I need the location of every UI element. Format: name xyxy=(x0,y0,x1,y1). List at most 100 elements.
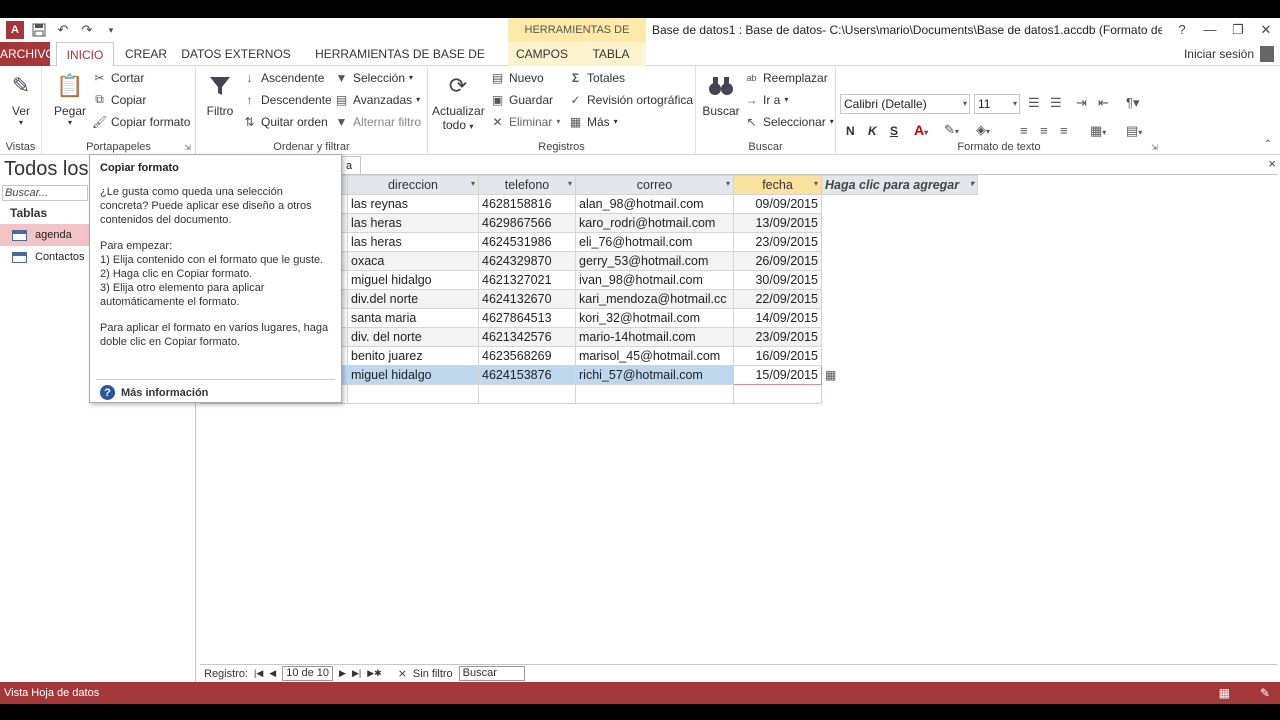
cell-new[interactable] xyxy=(733,384,822,404)
more-button[interactable]: ▦ Más ▾ xyxy=(568,114,618,129)
cell-telefono[interactable]: 4621327021 xyxy=(478,270,576,290)
cell-correo[interactable]: eli_76@hotmail.com xyxy=(575,232,734,252)
cell-telefono[interactable]: 4624153876 xyxy=(478,365,576,385)
save-record-button[interactable]: ▣ Guardar xyxy=(490,92,553,107)
cell-fecha[interactable]: 30/09/2015 xyxy=(733,270,822,290)
tab-crear[interactable]: CREAR xyxy=(120,42,172,66)
record-search-input[interactable]: Buscar xyxy=(458,666,525,681)
underline-button[interactable]: S xyxy=(890,124,898,138)
cell-direccion[interactable]: las heras xyxy=(347,213,479,233)
cell-telefono[interactable]: 4624531986 xyxy=(478,232,576,252)
dialog-launcher-icon[interactable]: ⇲ xyxy=(1151,143,1158,152)
last-record-icon[interactable]: ▶| xyxy=(352,668,361,679)
bold-button[interactable]: N xyxy=(846,124,855,138)
cell-telefono[interactable]: 4627864513 xyxy=(478,308,576,328)
cell-empty[interactable]: ▦ xyxy=(821,365,978,385)
column-header-fecha[interactable]: fecha ▾ xyxy=(733,175,822,195)
cell-fecha[interactable]: 16/09/2015 xyxy=(733,346,822,366)
sort-descending-button[interactable]: ↑ Descendente xyxy=(242,92,332,107)
cell-fecha[interactable]: 22/09/2015 xyxy=(733,289,822,309)
dialog-launcher-icon[interactable]: ⇲ xyxy=(184,143,191,152)
filter-status[interactable]: Sin filtro xyxy=(413,668,453,680)
numbering-icon[interactable]: ☰ xyxy=(1050,95,1062,111)
column-header-telefono[interactable]: telefono ▾ xyxy=(478,175,576,195)
goto-button[interactable]: → Ir a ▾ xyxy=(744,92,789,107)
cell-telefono[interactable]: 4623568269 xyxy=(478,346,576,366)
align-left-icon[interactable]: ≡ xyxy=(1020,123,1028,138)
sort-ascending-button[interactable]: ↓ Ascendente xyxy=(242,70,325,85)
refresh-all-button[interactable]: ⟳ Actualizar todo ▾ xyxy=(432,70,485,132)
cell-empty[interactable] xyxy=(821,213,978,233)
toggle-filter-button[interactable]: ▼ Alternar filtro xyxy=(334,114,421,129)
cell-empty[interactable] xyxy=(821,251,978,271)
cell-direccion[interactable]: las heras xyxy=(347,232,479,252)
highlight-icon[interactable]: ✎▾ xyxy=(944,122,959,138)
cell-empty[interactable] xyxy=(821,289,978,309)
font-color-icon[interactable]: A▾ xyxy=(914,122,928,138)
cell-direccion[interactable]: oxaca xyxy=(347,251,479,271)
cell-telefono[interactable]: 4628158816 xyxy=(478,194,576,214)
cell-correo[interactable]: kori_32@hotmail.com xyxy=(575,308,734,328)
cell-correo[interactable]: mario-14hotmail.com xyxy=(575,327,734,347)
italic-button[interactable]: K xyxy=(868,124,877,138)
cell-direccion[interactable]: miguel hidalgo xyxy=(347,365,479,385)
filter-button[interactable]: Filtro xyxy=(200,70,240,118)
select-button[interactable]: ↖ Seleccionar ▾ xyxy=(744,114,833,129)
paragraph-icon[interactable]: ¶▾ xyxy=(1126,95,1140,111)
cell-correo[interactable]: karo_rodri@hotmail.com xyxy=(575,213,734,233)
cell-direccion[interactable]: miguel hidalgo xyxy=(347,270,479,290)
cell-fecha[interactable]: 23/09/2015 xyxy=(733,232,822,252)
copy-button[interactable]: ⧉ Copiar xyxy=(92,92,146,107)
cell-fecha-active[interactable]: 15/09/2015 xyxy=(733,365,822,385)
font-family-select[interactable]: Calibri (Detalle) ▾ xyxy=(840,94,970,114)
cell-telefono[interactable]: 4629867566 xyxy=(478,213,576,233)
first-record-icon[interactable]: |◀ xyxy=(254,668,263,679)
fill-color-icon[interactable]: ◈▾ xyxy=(976,122,990,138)
restore-button[interactable]: ❐ xyxy=(1224,18,1252,42)
cell-telefono[interactable]: 4624132670 xyxy=(478,289,576,309)
help-button[interactable]: ? xyxy=(1168,18,1196,42)
cell-empty[interactable] xyxy=(822,309,978,328)
paste-button[interactable]: 📋 Pegar ▾ xyxy=(50,70,90,127)
tab-tabla[interactable]: TABLA xyxy=(582,42,640,66)
outdent-icon[interactable]: ⇤ xyxy=(1098,95,1109,111)
bullets-icon[interactable]: ☰ xyxy=(1028,95,1040,111)
view-button[interactable]: ✎ Ver ▾ xyxy=(4,70,38,127)
cell-empty[interactable] xyxy=(822,233,978,252)
redo-icon[interactable]: ↷ xyxy=(78,21,96,39)
tab-herramientas-bd[interactable]: HERRAMIENTAS DE BASE DE DATOS xyxy=(300,42,500,85)
user-icon[interactable] xyxy=(1260,46,1274,62)
cell-empty[interactable] xyxy=(822,347,978,366)
column-header-correo[interactable]: correo ▾ xyxy=(575,175,734,195)
cell-correo[interactable]: ivan_98@hotmail.com xyxy=(575,270,734,290)
save-icon[interactable] xyxy=(30,21,48,39)
cell-telefono[interactable]: 4624329870 xyxy=(478,251,576,271)
replace-button[interactable]: ab Reemplazar xyxy=(744,70,827,85)
cell-direccion[interactable]: div. del norte xyxy=(347,327,479,347)
font-size-select[interactable]: 11 ▾ xyxy=(974,94,1020,114)
close-button[interactable]: ✕ xyxy=(1252,18,1280,42)
column-header-add[interactable]: Haga clic para agregar ▾ xyxy=(821,175,978,195)
cell-correo[interactable]: gerry_53@hotmail.com xyxy=(575,251,734,271)
delete-record-button[interactable]: ✕ Eliminar ▾ xyxy=(490,114,560,129)
nav-pane-title[interactable]: Todos los xyxy=(4,158,89,181)
format-painter-button[interactable]: 🖌 Copiar formato xyxy=(92,114,190,129)
record-position-input[interactable]: 10 de 10 xyxy=(282,666,334,681)
cell-direccion[interactable]: benito juarez xyxy=(347,346,479,366)
new-record-nav-icon[interactable]: ▶✱ xyxy=(367,668,381,679)
spelling-button[interactable]: ✓ Revisión ortográfica xyxy=(568,92,693,107)
cell-direccion[interactable]: santa maria xyxy=(347,308,479,328)
tab-inicio[interactable]: INICIO xyxy=(56,42,114,67)
cell-new[interactable] xyxy=(575,384,734,404)
tab-campos[interactable]: CAMPOS xyxy=(510,42,574,66)
cell-direccion[interactable]: las reynas xyxy=(347,194,479,214)
cell-correo[interactable]: alan_98@hotmail.com xyxy=(575,194,734,214)
calendar-picker-icon[interactable]: ▦ xyxy=(825,368,836,382)
cell-correo[interactable]: richi_57@hotmail.com xyxy=(575,365,734,385)
new-record-button[interactable]: ▤ Nuevo xyxy=(490,70,544,85)
nav-search-input[interactable]: Buscar... xyxy=(2,185,88,201)
cell-empty[interactable] xyxy=(822,271,978,290)
close-document-icon[interactable]: × xyxy=(1268,156,1276,171)
cell-fecha[interactable]: 09/09/2015 xyxy=(733,194,822,214)
indent-icon[interactable]: ⇥ xyxy=(1076,95,1087,111)
